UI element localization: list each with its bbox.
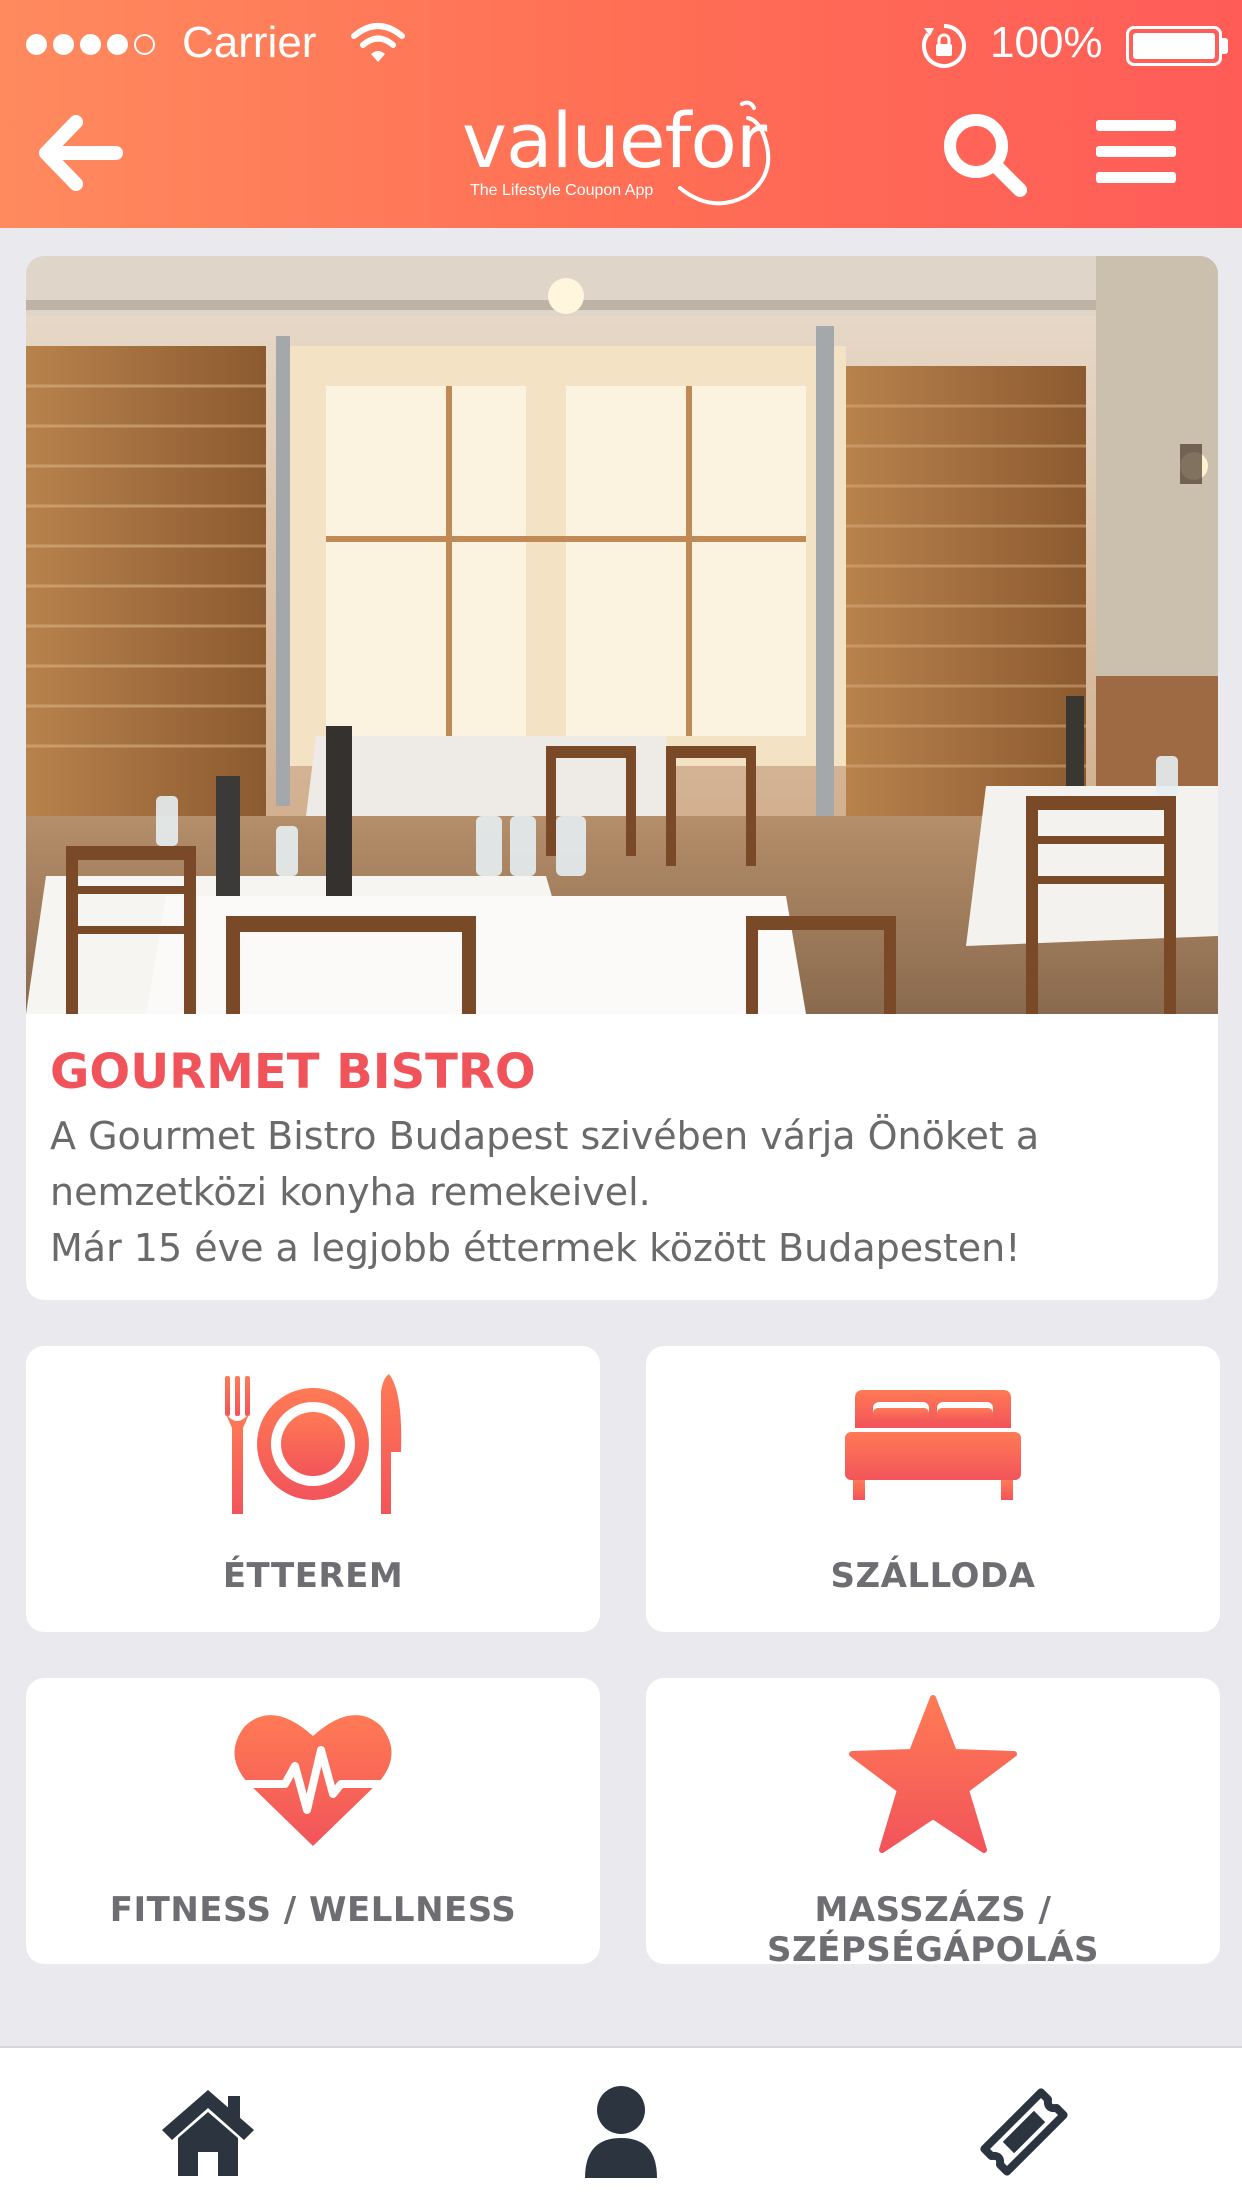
search-icon[interactable] — [936, 106, 1032, 202]
category-tile-hotel[interactable]: SZÁLLODA — [646, 1346, 1220, 1632]
signal-strength-icon — [26, 34, 155, 55]
featured-title: GOURMET BISTRO — [50, 1044, 536, 1100]
app-header: Carrier 100% valuefor The Lifestyle Coup… — [0, 0, 1242, 228]
battery-icon — [1126, 26, 1222, 66]
battery-percentage: 100% — [990, 18, 1103, 67]
category-tile-restaurant[interactable]: ÉTTEREM — [26, 1346, 600, 1632]
featured-description-line: A Gourmet Bistro Budapest szivében várja… — [50, 1114, 1040, 1158]
bottom-tab-bar — [0, 2046, 1242, 2208]
category-label: SZÁLLODA — [830, 1556, 1036, 1596]
ticket-icon[interactable] — [974, 2082, 1074, 2182]
rotation-lock-icon — [922, 24, 966, 68]
logo-swoosh — [678, 100, 771, 206]
home-icon[interactable] — [158, 2082, 258, 2182]
wifi-icon — [351, 23, 405, 62]
featured-offer-card[interactable]: GOURMET BISTRO A Gourmet Bistro Budapest… — [26, 256, 1218, 1300]
nav-bar: valuefor The Lifestyle Coupon App — [0, 86, 1242, 228]
heart-pulse-icon — [234, 1715, 392, 1846]
featured-description: A Gourmet Bistro Budapest szivében várja… — [50, 1108, 1190, 1276]
category-label: FITNESS / WELLNESS — [109, 1890, 517, 1930]
featured-description-line: nemzetközi konyha remekeivel. — [50, 1170, 651, 1214]
user-icon[interactable] — [571, 2082, 671, 2182]
category-tile-massage[interactable]: MASSZÁZS / SZÉPSÉGÁPOLÁS — [646, 1678, 1220, 1970]
category-label: ÉTTEREM — [222, 1556, 404, 1596]
featured-description-line: Már 15 éve a legjobb éttermek között Bud… — [50, 1226, 1021, 1270]
carrier-name: Carrier — [182, 18, 317, 67]
star-icon — [849, 1695, 1017, 1853]
app-logo: valuefor The Lifestyle Coupon App — [462, 96, 792, 216]
restaurant-photo — [26, 256, 1218, 1014]
hamburger-menu-icon[interactable] — [1094, 110, 1178, 194]
fork-plate-knife-icon — [225, 1374, 402, 1514]
back-arrow-icon[interactable] — [36, 108, 126, 198]
category-tile-fitness[interactable]: FITNESS / WELLNESS — [26, 1678, 600, 1964]
category-label: MASSZÁZS / SZÉPSÉGÁPOLÁS — [766, 1890, 1099, 1970]
bed-icon — [845, 1390, 1021, 1500]
status-bar: Carrier 100% — [0, 0, 1242, 86]
